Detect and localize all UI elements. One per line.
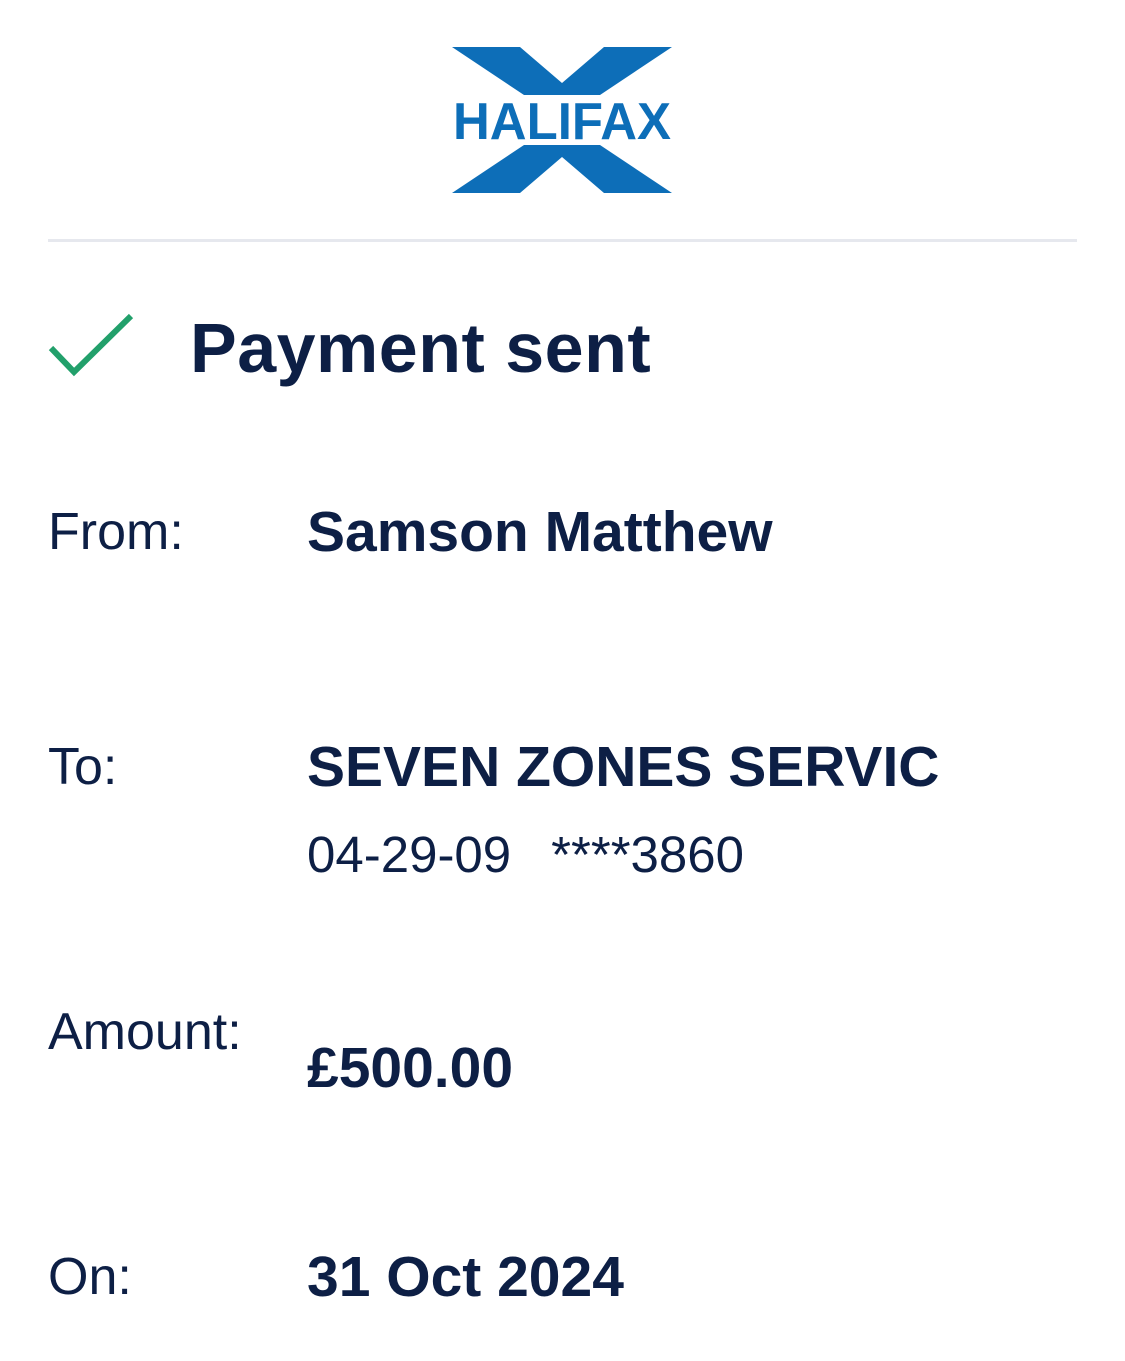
header-divider <box>48 239 1077 242</box>
amount-value: £500.00 <box>307 1036 514 1100</box>
header: HALIFAX <box>0 0 1125 240</box>
status-title: Payment sent <box>190 309 652 387</box>
on-label: On: <box>48 1248 132 1306</box>
account-number: ****3860 <box>551 826 744 883</box>
detail-row-to: To: SEVEN ZONES SERVIC 04-29-09 ****3860 <box>48 728 1077 898</box>
detail-row-on: On: 31 Oct 2024 <box>48 1238 1077 1318</box>
halifax-logo: HALIFAX <box>450 47 674 193</box>
from-value: Samson Matthew <box>307 500 773 564</box>
to-label: To: <box>48 738 118 796</box>
from-label: From: <box>48 503 184 561</box>
detail-row-amount: Amount: £500.00 <box>48 993 1077 1143</box>
to-value: SEVEN ZONES SERVIC <box>307 735 940 799</box>
amount-label: Amount: <box>48 1003 242 1061</box>
check-icon <box>48 310 134 380</box>
payment-status: Payment sent <box>48 300 1077 400</box>
logo-wordmark: HALIFAX <box>453 93 671 151</box>
detail-row-from: From: Samson Matthew <box>48 493 1077 573</box>
sort-code: 04-29-09 <box>307 826 512 883</box>
on-value: 31 Oct 2024 <box>307 1245 624 1309</box>
to-account-details: 04-29-09 ****3860 <box>307 816 744 894</box>
